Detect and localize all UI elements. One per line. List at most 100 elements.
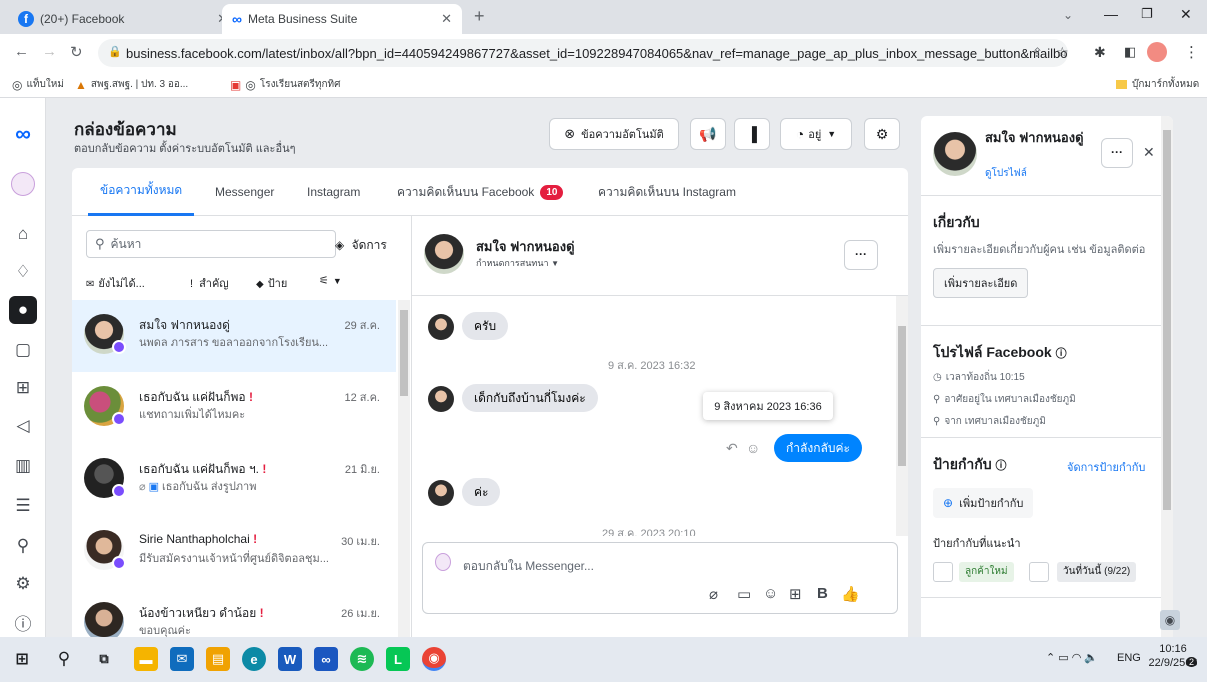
app-icon[interactable]: ∞ (314, 647, 338, 671)
insights-button[interactable]: ▐ (734, 118, 770, 150)
reload-icon[interactable]: ↻ (70, 43, 83, 61)
scroll-thumb[interactable] (400, 310, 408, 396)
thread-scrollbar[interactable] (896, 296, 908, 536)
list-item[interactable]: สมใจ ฟากหนองดู่ นพดล ภารสาร ขอลาออกจากโร… (72, 300, 396, 372)
ads-icon[interactable]: ◁ (9, 412, 37, 440)
add-details-button[interactable]: เพิ่มรายละเอียด (933, 268, 1029, 298)
word-icon[interactable]: W (278, 647, 302, 671)
suggested-label-new-customer[interactable]: ลูกค้าใหม่ (959, 562, 1014, 582)
filter-important[interactable]: ! สำคัญ (190, 274, 229, 292)
minimize-icon[interactable]: — (1104, 6, 1118, 22)
bookmark-new-tab[interactable]: ◎ แท็บใหม่ (12, 77, 64, 92)
meta-logo-icon[interactable]: ∞ (9, 120, 37, 148)
attach-icon[interactable]: ⌀ (709, 585, 718, 603)
tab-all-messages[interactable]: ข้อความทั้งหมด (88, 168, 195, 216)
assign-conversation[interactable]: กำหนดการสนทนา ▼ (476, 256, 559, 270)
inbox-settings-button[interactable]: ⚙ (864, 118, 900, 150)
search-icon[interactable]: ⚲ (9, 532, 37, 560)
maximize-icon[interactable]: ❐ (1141, 6, 1153, 22)
help-icon[interactable]: ⓘ (9, 608, 37, 636)
table-icon[interactable]: ⊞ (789, 585, 802, 603)
list-scrollbar[interactable] (398, 300, 410, 637)
tab-instagram-comments[interactable]: ความคิดเห็นบน Instagram (598, 168, 736, 216)
posts-icon[interactable]: ▢ (9, 336, 37, 364)
sidepanel-icon[interactable]: ◧ (1124, 44, 1136, 60)
search-icon[interactable]: ⚲ (52, 647, 76, 671)
label-checkbox[interactable] (933, 562, 953, 582)
message-bubble[interactable]: กำลังกลับค่ะ (774, 434, 862, 462)
back-icon[interactable]: ← (14, 43, 29, 60)
all-tools-icon[interactable]: ☰ (9, 492, 37, 520)
reply-input[interactable]: ตอบกลับใน Messenger... (463, 557, 594, 576)
filter-unread[interactable]: ✉ ยังไม่ได้... (86, 274, 145, 292)
promote-button[interactable]: 📢 (690, 118, 726, 150)
calendar-icon[interactable]: ⊞ (9, 374, 37, 402)
inbox-icon[interactable]: ● (9, 296, 37, 324)
url-bar[interactable]: 🔒 business.facebook.com/latest/inbox/all… (98, 39, 1068, 67)
mail-icon[interactable]: ✉ (170, 647, 194, 671)
suggested-label-today[interactable]: วันที่วันนี้ (9/22) (1057, 562, 1137, 582)
windows-start-icon[interactable]: ⊞ (10, 647, 34, 671)
help-fab-icon[interactable]: ◉ (1160, 610, 1180, 630)
share-icon[interactable]: ⇪ (1032, 45, 1043, 61)
home-icon[interactable]: ⌂ (9, 220, 37, 248)
page-avatar-icon[interactable] (9, 170, 37, 198)
filter-more[interactable]: ⚟ ▼ (319, 274, 342, 287)
tab-messenger[interactable]: Messenger (215, 168, 274, 216)
tray-icons[interactable]: ⌃ ▭ ◠ 🔈 (1046, 651, 1098, 664)
availability-dropdown[interactable]: ◔ อยู่ ▼ (780, 118, 852, 150)
language-indicator[interactable]: ENG (1117, 652, 1141, 664)
star-icon[interactable]: ☆ (1056, 44, 1069, 61)
bold-icon[interactable]: B (817, 585, 828, 602)
profile-avatar-icon[interactable] (1147, 42, 1167, 62)
saved-reply-icon[interactable]: ▭ (737, 585, 751, 603)
tab-facebook-comments[interactable]: ความคิดเห็นบน Facebook 10 (397, 168, 564, 216)
info-icon[interactable]: ⓘ (1056, 348, 1067, 360)
edge-icon[interactable]: e (242, 647, 266, 671)
store-icon[interactable]: ▤ (206, 647, 230, 671)
reply-icon[interactable]: ↶ (726, 440, 738, 457)
manage-button[interactable]: ◈ จัดการ (335, 236, 387, 255)
extensions-icon[interactable]: ✱ (1094, 44, 1106, 61)
new-tab-button[interactable]: + (474, 6, 485, 27)
notifications-icon[interactable]: ♢ (9, 258, 37, 286)
insights-icon[interactable]: ▥ (9, 452, 37, 480)
emoji-icon[interactable]: ☺ (763, 585, 778, 602)
all-bookmarks[interactable]: บุ๊กมาร์กทั้งหมด (1116, 77, 1199, 92)
chrome-icon[interactable]: ◉ (422, 647, 446, 671)
tab-meta-business-suite[interactable]: ∞ Meta Business Suite ✕ (222, 4, 462, 34)
forward-icon[interactable]: → (42, 43, 57, 60)
window-close-icon[interactable]: ✕ (1180, 6, 1192, 23)
task-view-icon[interactable]: ⧉ (92, 647, 116, 671)
tab-search-icon[interactable]: ⌄ (1063, 8, 1073, 22)
message-bubble[interactable]: ค่ะ (462, 478, 501, 506)
react-icon[interactable]: ☺ (746, 440, 760, 456)
details-scrollbar[interactable] (1161, 116, 1173, 637)
manage-labels-link[interactable]: จัดการป้ายกำกับ (1067, 458, 1145, 476)
search-input[interactable]: ⚲ ค้นหา (86, 230, 336, 258)
scroll-thumb[interactable] (898, 326, 906, 466)
reply-composer[interactable]: ตอบกลับใน Messenger... ⌀ ▭ ☺ ⊞ B 👍 (422, 542, 898, 614)
spotify-icon[interactable]: ≋ (350, 647, 374, 671)
thumbs-up-icon[interactable]: 👍 (841, 585, 860, 603)
label-checkbox[interactable] (1029, 562, 1049, 582)
file-explorer-icon[interactable]: ▬ (134, 647, 158, 671)
bookmark-school[interactable]: ▣ ◎ โรงเรียนสตรีทุกทิศ (230, 77, 341, 92)
line-icon[interactable]: L (386, 647, 410, 671)
list-item[interactable]: Sirie Nanthapholchai ! มีรับสมัครงานเจ้า… (72, 516, 396, 588)
close-icon[interactable]: ✕ (441, 11, 452, 27)
view-profile-link[interactable]: ดูโปรไฟล์ (985, 166, 1027, 181)
message-bubble[interactable]: ครับ (462, 312, 509, 340)
more-options-button[interactable]: ··· (1101, 138, 1133, 168)
close-icon[interactable]: ✕ (1143, 144, 1155, 161)
settings-icon[interactable]: ⚙ (9, 570, 37, 598)
scroll-thumb[interactable] (1163, 130, 1171, 510)
list-item[interactable]: เธอกับฉัน แค่ฝันก็พอ ฯ. ! ⌀ ▣ เธอกับฉัน ส่… (72, 444, 396, 516)
automations-button[interactable]: ⊗ ข้อความอัตโนมัติ (549, 118, 679, 150)
message-bubble[interactable]: เด็กกับถึงบ้านกี่โมงค่ะ (462, 384, 598, 412)
tab-facebook[interactable]: f (20+) Facebook ✕ (8, 4, 238, 34)
tab-instagram[interactable]: Instagram (307, 168, 360, 216)
more-options-button[interactable]: ··· (844, 240, 878, 270)
info-icon[interactable]: ⓘ (996, 460, 1007, 472)
filter-labels[interactable]: ◆ ป้าย (256, 274, 287, 292)
